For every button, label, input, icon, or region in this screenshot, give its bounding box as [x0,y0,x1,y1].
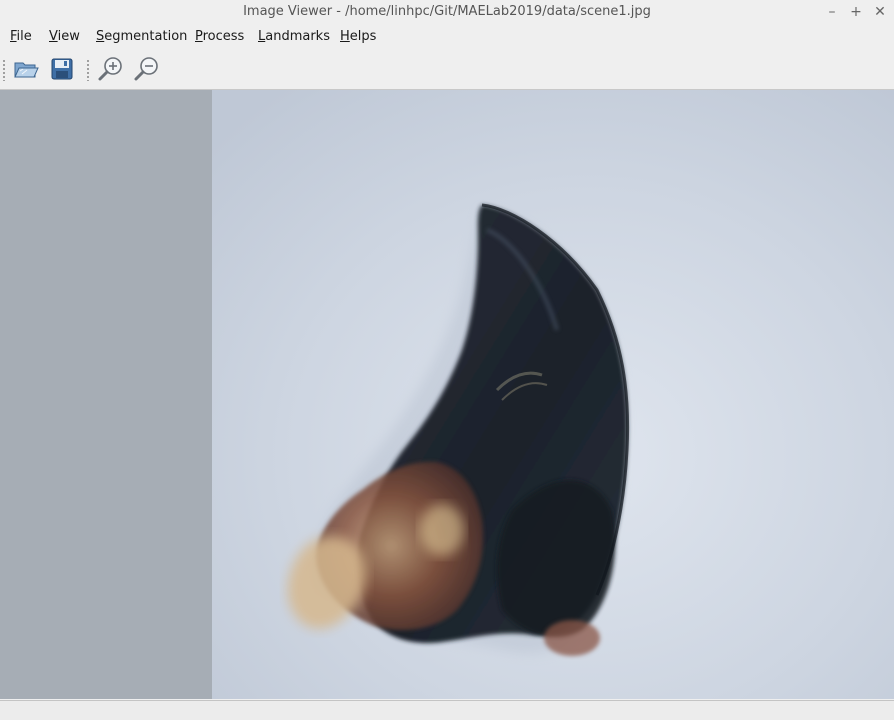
close-button[interactable]: ✕ [872,4,888,20]
status-bar [0,700,894,720]
open-button[interactable] [12,55,40,83]
toolbar [0,50,894,88]
zoom-out-button[interactable] [133,55,161,83]
window-title: Image Viewer - /home/linhpc/Git/MAELab20… [243,4,651,19]
menu-helps[interactable]: Helps [340,29,376,44]
menu-file[interactable]: File [10,29,32,44]
menu-segmentation[interactable]: Segmentation [96,29,187,44]
menu-landmarks[interactable]: Landmarks [258,29,330,44]
specimen-image [212,90,894,699]
open-folder-icon [14,62,39,78]
toolbar-separator [87,59,89,81]
side-panel [0,90,212,699]
zoom-in-button[interactable] [97,55,125,83]
menu-process[interactable]: Process [195,29,244,44]
menu-bar: File View Segmentation Process Landmarks… [0,26,894,48]
menu-view[interactable]: View [49,29,80,44]
minimize-button[interactable]: – [824,4,840,20]
toolbar-handle[interactable] [3,59,5,81]
zoom-in-icon [98,57,122,81]
image-view[interactable] [212,90,894,699]
save-icon [51,58,73,80]
title-bar: Image Viewer - /home/linhpc/Git/MAELab20… [0,0,894,26]
maximize-button[interactable]: + [848,4,864,20]
image-viewer-window: Image Viewer - /home/linhpc/Git/MAELab20… [0,0,894,720]
save-button[interactable] [48,55,76,83]
zoom-out-icon [134,57,158,81]
